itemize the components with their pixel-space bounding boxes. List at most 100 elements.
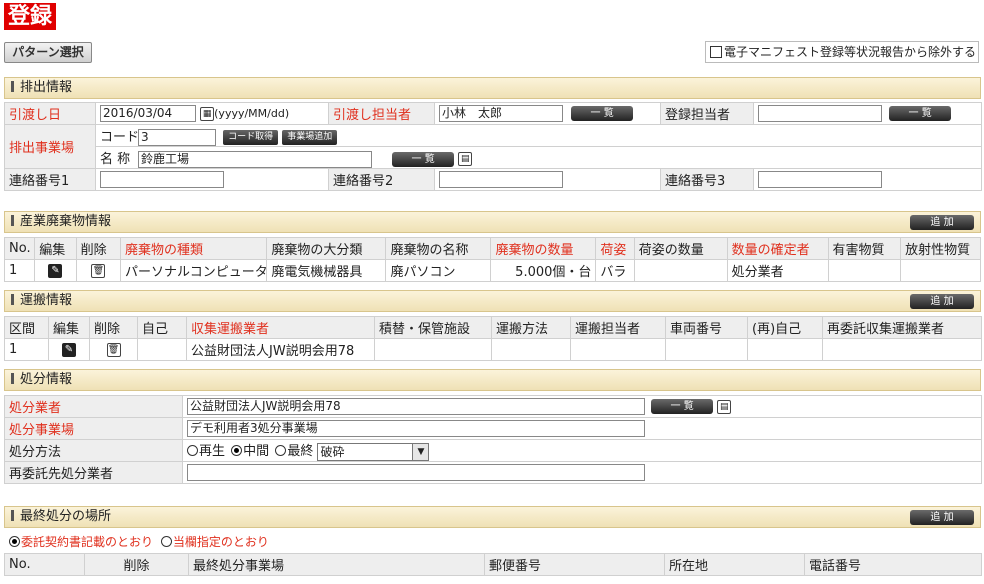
disposal-contractor-label: 処分業者 [4,395,183,418]
emission-table: 引渡し日 2016/03/04 ▦ (yyyy/MM/dd) 引渡し担当者 小林 … [4,102,982,191]
col-edit: 編集 [48,316,90,339]
transport-transfer [374,338,492,361]
contact2-input[interactable] [439,171,563,188]
handover-date-label: 引渡し日 [4,102,96,125]
handover-person-cell: 小林 太郎 一 覧 [434,102,661,125]
date-format-hint: (yyyy/MM/dd) [214,107,290,120]
col-delete: 削除 [75,237,122,260]
contact2-cell [434,168,661,191]
disposal-contractor-cell: 公益財団法人JW説明会用78 一 覧 ▤ [182,395,982,418]
section-bar-icon [11,373,14,384]
section-header-disposal: 処分情報 [4,369,981,391]
final-header-row: No. 削除 最終処分事業場 郵便番号 所在地 電話番号 [4,553,982,576]
emission-site-label: 排出事業場 [4,124,96,169]
section-bar-icon [11,510,14,521]
checkbox-icon[interactable] [710,46,722,58]
code-fetch-button[interactable]: コード取得 [223,129,279,145]
waste-quantity: 5.000個・台 [490,259,597,282]
final-radio-contract[interactable] [9,536,20,547]
subcontract-input[interactable] [187,464,645,481]
col-self: 自己 [137,316,187,339]
code-input[interactable]: 3 [138,128,216,146]
disposal-contractor-input[interactable]: 公益財団法人JW説明会用78 [187,398,645,415]
contact3-cell [753,168,982,191]
col-carrier: 収集運搬業者 [186,316,375,339]
col-waste-name: 廃棄物の名称 [385,237,492,260]
final-option-contract: 委託契約書記載のとおり [21,535,154,549]
col-re-self: (再)自己 [747,316,823,339]
pattern-select-button[interactable]: パターン選択 [4,42,92,63]
col-no: No. [4,553,85,576]
disposal-method-cell: 再生 中間 最終 破砕 ▼ [182,439,982,462]
method-option-intermediate: 中間 [243,444,270,460]
registrant-cell: 一 覧 [753,102,982,125]
site-list-button[interactable]: 一 覧 [392,151,455,167]
col-phone: 電話番号 [804,553,982,576]
section-title-final: 最終処分の場所 [20,509,112,524]
col-confirmer: 数量の確定者 [726,237,829,260]
section-bar-icon [11,81,14,92]
table-row: 1 ✎ 🗑 公益財団法人JW説明会用78 [4,338,982,361]
col-edit: 編集 [34,237,77,260]
code-label: コード [100,129,140,145]
registrant-label: 登録担当者 [660,102,754,125]
page-title: 登録 [4,3,57,30]
site-add-button[interactable]: 事業場追加 [282,129,338,145]
method-option-final: 最終 [287,444,314,460]
col-vehicle-number: 車両番号 [665,316,748,339]
method-detail-value: 破砕 [320,444,345,459]
registrant-list-button[interactable]: 一 覧 [889,106,952,121]
contact2-label: 連絡番号2 [328,168,435,191]
handover-person-list-button[interactable]: 一 覧 [571,106,634,121]
emission-code-cell: コード 3 コード取得 事業場追加 [95,124,982,147]
disposal-contractor-list-button[interactable]: 一 覧 [651,399,714,414]
col-section: 区間 [4,316,49,339]
transport-vehicle [665,338,748,361]
method-radio-intermediate[interactable] [231,445,243,457]
col-transport-person: 運搬担当者 [570,316,666,339]
trash-icon[interactable]: 🗑 [106,342,121,357]
handover-date-input[interactable]: 2016/03/04 [100,105,196,122]
col-waste-type: 廃棄物の種類 [120,237,268,260]
col-final-site: 最終処分事業場 [188,553,485,576]
final-table: No. 削除 最終処分事業場 郵便番号 所在地 電話番号 [4,553,982,576]
section-header-emission: 排出情報 [4,77,981,99]
final-option-field: 当欄指定のとおり [172,535,269,549]
disposal-table: 処分業者 公益財団法人JW説明会用78 一 覧 ▤ 処分事業場 デモ利用者3処分… [4,395,982,484]
row-section: 1 [4,338,49,361]
waste-header-row: No. 編集 削除 廃棄物の種類 廃棄物の大分類 廃棄物の名称 廃棄物の数量 荷… [3,237,981,260]
delete-cell: 🗑 [89,338,138,361]
subcontract-label: 再委託先処分業者 [4,461,183,484]
transport-header-row: 区間 編集 削除 自己 収集運搬業者 積替・保管施設 運搬方法 運搬担当者 車両… [4,316,982,339]
trash-icon[interactable]: 🗑 [91,263,106,278]
disposal-site-input[interactable]: デモ利用者3処分事業場 [187,420,645,437]
final-add-button[interactable]: 追 加 [910,510,974,525]
disposal-site-cell: デモ利用者3処分事業場 [182,417,982,440]
emission-name-cell: 名 称鈴鹿工場 一 覧 ▤ [95,146,982,169]
site-name-input[interactable]: 鈴鹿工場 [138,150,372,168]
transport-add-button[interactable]: 追 加 [910,294,974,309]
edit-cell: ✎ [48,338,90,361]
waste-table: No. 編集 削除 廃棄物の種類 廃棄物の大分類 廃棄物の名称 廃棄物の数量 荷… [3,237,981,282]
method-detail-select[interactable]: 破砕 ▼ [317,442,430,461]
waste-category: 廃電気機械器具 [266,259,387,282]
method-radio-recycle[interactable] [187,445,198,457]
waste-radioactive [900,259,981,282]
site-detail-icon[interactable]: ▤ [458,152,473,166]
col-radioactive: 放射性物質 [900,237,981,260]
handover-person-input[interactable]: 小林 太郎 [439,105,563,122]
section-bar-icon [11,294,14,305]
chevron-down-icon[interactable]: ▼ [412,443,429,460]
edit-icon[interactable]: ✎ [48,263,63,278]
method-radio-final[interactable] [275,445,287,457]
contact1-input[interactable] [100,171,224,188]
calendar-icon[interactable]: ▦ [200,106,215,121]
edit-icon[interactable]: ✎ [62,342,76,357]
delete-cell: 🗑 [75,259,122,282]
waste-add-button[interactable]: 追 加 [910,215,974,230]
final-radio-field[interactable] [160,536,172,547]
registrant-input[interactable] [758,105,882,122]
contact3-input[interactable] [758,171,882,188]
contractor-detail-icon[interactable]: ▤ [717,399,732,414]
exclude-report-checkbox[interactable]: 電子マニフェスト登録等状況報告から除外する [705,41,979,63]
